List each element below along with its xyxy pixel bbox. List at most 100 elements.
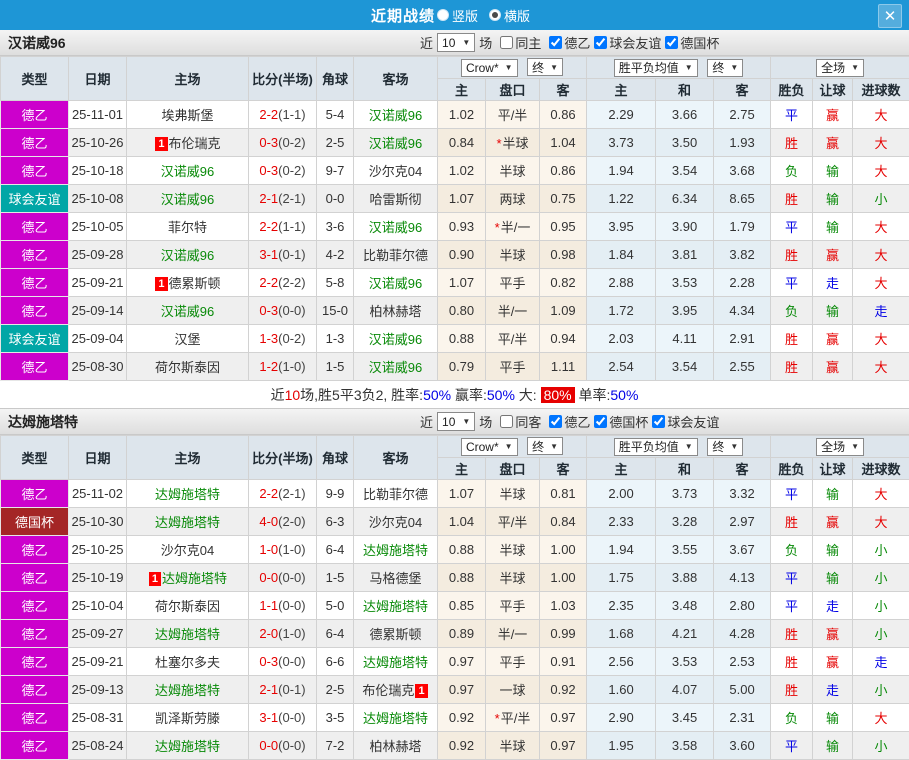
radio-option[interactable]: 竖版 (437, 6, 478, 25)
handicap-cell: 两球 (486, 185, 540, 213)
handicap-cell: 半球 (486, 480, 540, 508)
date-cell: 25-10-19 (69, 564, 127, 592)
matches-table: 类型 日期 主场 比分(半场) 角球 客场 Crow*▼ 终▼ 胜平负均值▼ 终… (0, 56, 909, 381)
chevron-down-icon: ▼ (505, 442, 513, 451)
home-team-cell: 荷尔斯泰因 (127, 592, 249, 620)
away-team-name: 布伦瑞克 (362, 683, 414, 698)
home-team-name: 荷尔斯泰因 (155, 360, 220, 375)
home-team-cell: 汉堡 (127, 325, 249, 353)
league-checkbox[interactable] (549, 415, 562, 428)
match-count-select[interactable]: 10▼ (437, 412, 475, 431)
date-cell: 25-08-30 (69, 353, 127, 381)
home-team-cell: 达姆施塔特 (127, 508, 249, 536)
date-cell: 25-10-25 (69, 536, 127, 564)
league-checkbox[interactable] (594, 36, 607, 49)
result-wdl-cell: 胜 (771, 648, 813, 676)
result-goals-cell: 小 (853, 536, 909, 564)
away-team-cell: 达姆施塔特 (354, 592, 438, 620)
scope-select[interactable]: 全场▼ (816, 438, 864, 456)
halftime-score: (1-0) (278, 626, 305, 641)
score-cell: 0-3(0-0) (249, 648, 317, 676)
match-type-cell: 德乙 (1, 564, 69, 592)
result-goals-cell: 大 (853, 101, 909, 129)
league-filter[interactable]: 德乙 (545, 33, 590, 52)
odds-away-cell: 1.03 (540, 592, 587, 620)
highlight-stat: 80% (541, 387, 575, 403)
col-away: 客场 (354, 57, 438, 101)
halftime-score: (0-0) (278, 303, 305, 318)
odds-home-cell: 1.04 (438, 508, 486, 536)
same-venue-filter[interactable]: 同主 (496, 33, 541, 52)
mean-source-select[interactable]: 胜平负均值▼ (614, 59, 698, 77)
halftime-score: (0-0) (278, 654, 305, 669)
odds-final-select[interactable]: 终▼ (527, 437, 563, 455)
close-button[interactable]: ✕ (878, 4, 902, 28)
subcol-mean-home: 主 (587, 458, 656, 480)
result-wdl-cell: 负 (771, 536, 813, 564)
radio-icon[interactable] (437, 9, 449, 21)
same-venue-filter[interactable]: 同客 (496, 412, 541, 431)
away-team-name: 达姆施塔特 (363, 655, 428, 670)
mean-home-cell: 2.35 (587, 592, 656, 620)
odds-final-select[interactable]: 终▼ (527, 58, 563, 76)
same-venue-checkbox[interactable] (500, 415, 513, 428)
league-filter[interactable]: 球会友谊 (590, 33, 661, 52)
league-filter[interactable]: 球会友谊 (648, 412, 719, 431)
result-wdl-cell: 胜 (771, 185, 813, 213)
mean-home-cell: 2.33 (587, 508, 656, 536)
league-filter[interactable]: 德国杯 (661, 33, 719, 52)
handicap-cell: 一球 (486, 676, 540, 704)
match-count-select[interactable]: 10▼ (437, 33, 475, 52)
mean-away-cell: 2.80 (714, 592, 771, 620)
subcol-odds-away: 客 (540, 458, 587, 480)
mean-home-cell: 1.72 (587, 297, 656, 325)
mean-source-select[interactable]: 胜平负均值▼ (614, 438, 698, 456)
handicap-cell: 平手 (486, 592, 540, 620)
subcol-odds-home: 主 (438, 79, 486, 101)
match-type-cell: 德乙 (1, 353, 69, 381)
result-goals-cell: 小 (853, 732, 909, 760)
halftime-score: (0-1) (278, 247, 305, 262)
league-checkbox[interactable] (652, 415, 665, 428)
result-goals-cell: 大 (853, 353, 909, 381)
mean-final-select[interactable]: 终▼ (707, 438, 743, 456)
col-score: 比分(半场) (249, 436, 317, 480)
home-team-name: 埃弗斯堡 (161, 108, 213, 123)
league-checkbox[interactable] (594, 415, 607, 428)
league-checkbox[interactable] (665, 36, 678, 49)
match-type-cell: 德乙 (1, 297, 69, 325)
odds-source-select[interactable]: Crow*▼ (461, 438, 518, 456)
handicap-name: 半球 (499, 571, 525, 586)
date-cell: 25-09-13 (69, 676, 127, 704)
mean-draw-cell: 3.55 (656, 536, 714, 564)
mean-draw-cell: 3.53 (656, 648, 714, 676)
subcol-goals-result: 进球数 (853, 79, 909, 101)
result-handicap-cell: 输 (813, 297, 853, 325)
same-venue-checkbox[interactable] (500, 36, 513, 49)
handicap-cell: 半球 (486, 564, 540, 592)
mean-final-select[interactable]: 终▼ (707, 59, 743, 77)
odds-home-cell: 0.97 (438, 648, 486, 676)
away-team-cell: 马格德堡 (354, 564, 438, 592)
away-team-cell: 达姆施塔特 (354, 704, 438, 732)
league-filter[interactable]: 德国杯 (590, 412, 648, 431)
radio-selected[interactable]: 横版 (489, 6, 530, 25)
col-home: 主场 (127, 436, 249, 480)
score-cell: 3-1(0-1) (249, 241, 317, 269)
mean-draw-cell: 3.88 (656, 564, 714, 592)
corners-cell: 3-6 (317, 213, 354, 241)
odds-home-cell: 0.97 (438, 676, 486, 704)
halftime-score: (0-2) (278, 135, 305, 150)
mean-away-cell: 1.79 (714, 213, 771, 241)
match-type-cell: 德乙 (1, 732, 69, 760)
scope-select[interactable]: 全场▼ (816, 59, 864, 77)
league-filter[interactable]: 德乙 (545, 412, 590, 431)
odds-source-select[interactable]: Crow*▼ (461, 59, 518, 77)
handicap-cell: 平/半 (486, 101, 540, 129)
result-goals-cell: 大 (853, 129, 909, 157)
corners-cell: 1-5 (317, 353, 354, 381)
league-checkbox[interactable] (549, 36, 562, 49)
radio-icon[interactable] (489, 9, 501, 21)
corners-cell: 7-2 (317, 732, 354, 760)
home-team-name: 凯泽斯劳滕 (155, 711, 220, 726)
